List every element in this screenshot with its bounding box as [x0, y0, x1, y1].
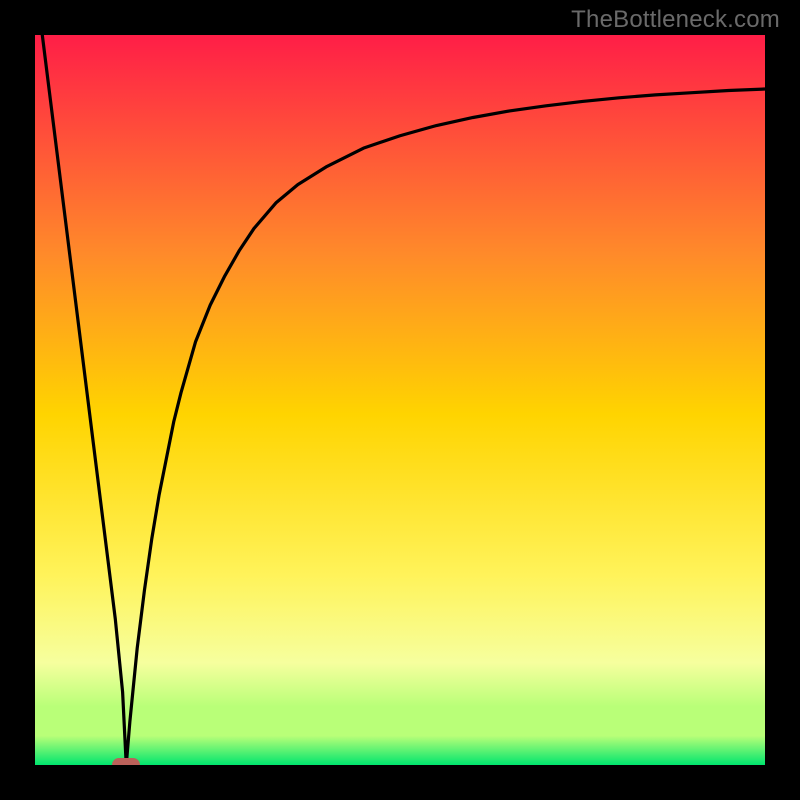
watermark-text: TheBottleneck.com [571, 6, 780, 34]
chart-curve-layer [35, 35, 765, 765]
plot-area [35, 35, 765, 765]
bottleneck-curve [35, 35, 765, 765]
minimum-marker [112, 758, 140, 765]
chart-frame: TheBottleneck.com [0, 0, 800, 800]
